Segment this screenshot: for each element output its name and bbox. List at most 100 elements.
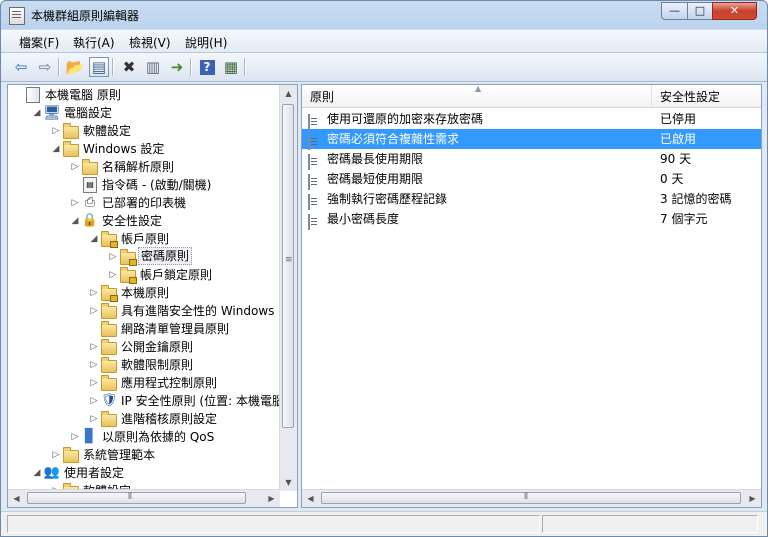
scroll-grip-icon: ⦀ — [128, 492, 132, 502]
tree-node-label: 網路清單管理員原則 — [121, 322, 230, 336]
policy-name: 強制執行密碼歷程記錄 — [327, 192, 448, 206]
script-icon: ▤ — [82, 177, 98, 193]
expand-triangle-icon[interactable]: ▷ — [88, 302, 100, 320]
expand-triangle-icon[interactable]: ▷ — [69, 194, 81, 212]
scroll-right-button[interactable]: ▶ — [744, 490, 761, 507]
export-list-button[interactable]: ➜ — [167, 57, 187, 77]
minimize-button[interactable]: — — [661, 2, 688, 20]
help-button[interactable]: ? — [197, 57, 217, 77]
menu-view[interactable]: 檢視(V) — [129, 34, 171, 51]
tree-horizontal-scrollbar[interactable]: ◀ ⦀ ▶ — [8, 489, 280, 507]
expand-triangle-icon[interactable]: ▷ — [88, 374, 100, 392]
policy-value: 已停用 — [660, 112, 697, 126]
policy-setting-icon — [308, 212, 322, 230]
scroll-grip-icon: ≡ — [285, 255, 293, 265]
toolbar-separator — [58, 58, 60, 76]
policy-name: 使用可還原的加密來存放密碼 — [327, 112, 484, 126]
toolbar-separator — [190, 58, 192, 76]
column-header-policy[interactable]: ▲ 原則 — [302, 85, 652, 107]
scroll-left-button[interactable]: ◀ — [302, 490, 319, 507]
scroll-right-button[interactable]: ▶ — [263, 490, 280, 507]
expand-triangle-icon[interactable]: ▷ — [88, 356, 100, 374]
policy-value: 已啟用 — [660, 132, 697, 146]
collapse-triangle-icon[interactable]: ◢ — [50, 140, 62, 158]
folder-icon — [63, 123, 79, 139]
expand-triangle-icon[interactable]: ▷ — [69, 428, 81, 446]
properties-icon: ▥ — [145, 58, 161, 76]
forward-button[interactable]: ⇨ — [35, 57, 55, 77]
collapse-triangle-icon[interactable]: ◢ — [31, 464, 43, 482]
tree-vertical-scrollbar[interactable]: ▲ ≡ ▼ — [279, 85, 297, 491]
tree-vertical-scroll-thumb[interactable]: ≡ — [282, 104, 294, 428]
policy-name: 最小密碼長度 — [327, 212, 400, 226]
policy-value: 3 記憶的密碼 — [660, 192, 732, 206]
scroll-up-button[interactable]: ▲ — [280, 85, 297, 102]
expand-triangle-icon[interactable]: ▷ — [88, 410, 100, 428]
tree-horizontal-scroll-thumb[interactable]: ⦀ — [27, 492, 246, 504]
scroll-left-button[interactable]: ◀ — [8, 490, 25, 507]
tree-node-label: 本機原則 — [121, 286, 170, 300]
table-row[interactable]: 最小密碼長度 7 個字元 — [302, 209, 761, 230]
policy-value: 7 個字元 — [660, 212, 708, 226]
security-settings-icon: 🔒 — [81, 213, 99, 228]
back-button[interactable]: ⇦ — [11, 57, 31, 77]
window-title: 本機群組原則編輯器 — [31, 9, 140, 23]
tree-pane[interactable]: 本機電腦 原則 ◢ 🖥 電腦設定 ▷ 軟體設定 ◢ Windows 設定 ▷ 名稱解析原則 ▤ 指令碼… — [7, 84, 298, 508]
collapse-triangle-icon[interactable]: ◢ — [69, 212, 81, 230]
table-row[interactable]: 密碼最短使用期限 0 天 — [302, 169, 761, 190]
collapse-triangle-icon[interactable]: ◢ — [88, 230, 100, 248]
details-pane[interactable]: ▲ 原則 安全性設定 使用可還原的加密來存放密碼 已停用密碼必須符合複雜性需求 已啟… — [301, 84, 762, 508]
ipsec-shield-icon: 🛡 — [100, 393, 118, 408]
table-row[interactable]: 強制執行密碼歷程記錄 3 記憶的密碼 — [302, 189, 761, 210]
delete-button[interactable]: ✖ — [119, 57, 139, 77]
main-window: 本機群組原則編輯器 — □ ✕ 檔案(F) 執行(A) 檢視(V) 說明(H) … — [0, 0, 768, 537]
scroll-grip-icon: ⦀ — [524, 492, 528, 502]
tree-node-label: 指令碼 - (啟動/關機) — [102, 178, 212, 192]
show-action-pane-icon: ▦ — [223, 58, 239, 76]
tree-node-label: 已部署的印表機 — [102, 196, 187, 210]
menu-bar: 檔案(F) 執行(A) 檢視(V) 說明(H) — [1, 30, 767, 53]
column-header-security-setting[interactable]: 安全性設定 — [652, 85, 761, 107]
menu-action[interactable]: 執行(A) — [73, 34, 115, 51]
policy-value: 0 天 — [660, 172, 684, 186]
security-folder-icon — [101, 231, 118, 248]
menu-help[interactable]: 說明(H) — [185, 34, 227, 51]
show-hide-tree-button[interactable]: ▤ — [89, 57, 109, 77]
export-list-icon: ➜ — [170, 58, 184, 76]
delete-icon: ✖ — [122, 58, 136, 76]
close-button[interactable]: ✕ — [712, 2, 757, 20]
folder-icon — [101, 375, 117, 391]
help-icon: ? — [199, 59, 215, 75]
folder-icon — [101, 339, 117, 355]
security-folder-icon — [120, 267, 137, 284]
tree-node-label: 帳戶原則 — [121, 232, 170, 246]
expand-triangle-icon[interactable]: ▷ — [50, 446, 62, 464]
expand-triangle-icon[interactable]: ▷ — [50, 122, 62, 140]
title-bar[interactable]: 本機群組原則編輯器 — □ ✕ — [1, 1, 767, 29]
table-row[interactable]: 使用可還原的加密來存放密碼 已停用 — [302, 109, 761, 130]
tree-node-label: 應用程式控制原則 — [121, 376, 218, 390]
collapse-triangle-icon[interactable]: ◢ — [31, 104, 43, 122]
expand-triangle-icon[interactable]: ▷ — [88, 284, 100, 302]
tree-node-label: 進階稽核原則設定 — [121, 412, 218, 426]
policy-name: 密碼最長使用期限 — [327, 152, 424, 166]
up-folder-button[interactable]: 📂 — [65, 57, 85, 77]
expand-triangle-icon[interactable]: ▷ — [107, 266, 119, 284]
properties-button[interactable]: ▥ — [143, 57, 163, 77]
tree-node-label: 軟體限制原則 — [121, 358, 194, 372]
expand-triangle-icon[interactable]: ▷ — [69, 158, 81, 176]
column-header-policy-label: 原則 — [310, 90, 335, 104]
table-row[interactable]: 密碼最長使用期限 90 天 — [302, 149, 761, 170]
scroll-down-button[interactable]: ▼ — [280, 474, 297, 491]
up-folder-icon: 📂 — [65, 58, 85, 76]
maximize-button[interactable]: □ — [687, 2, 713, 20]
tree-node-label: 安全性設定 — [102, 214, 163, 228]
expand-triangle-icon[interactable]: ▷ — [88, 338, 100, 356]
list-horizontal-scrollbar[interactable]: ◀ ⦀ ▶ — [302, 489, 761, 507]
show-action-pane-button[interactable]: ▦ — [221, 57, 241, 77]
expand-triangle-icon[interactable]: ▷ — [107, 248, 119, 266]
menu-file[interactable]: 檔案(F) — [19, 34, 59, 51]
expand-triangle-icon[interactable]: ▷ — [88, 392, 100, 410]
table-row[interactable]: 密碼必須符合複雜性需求 已啟用 — [302, 129, 761, 150]
list-horizontal-scroll-thumb[interactable]: ⦀ — [321, 492, 741, 504]
